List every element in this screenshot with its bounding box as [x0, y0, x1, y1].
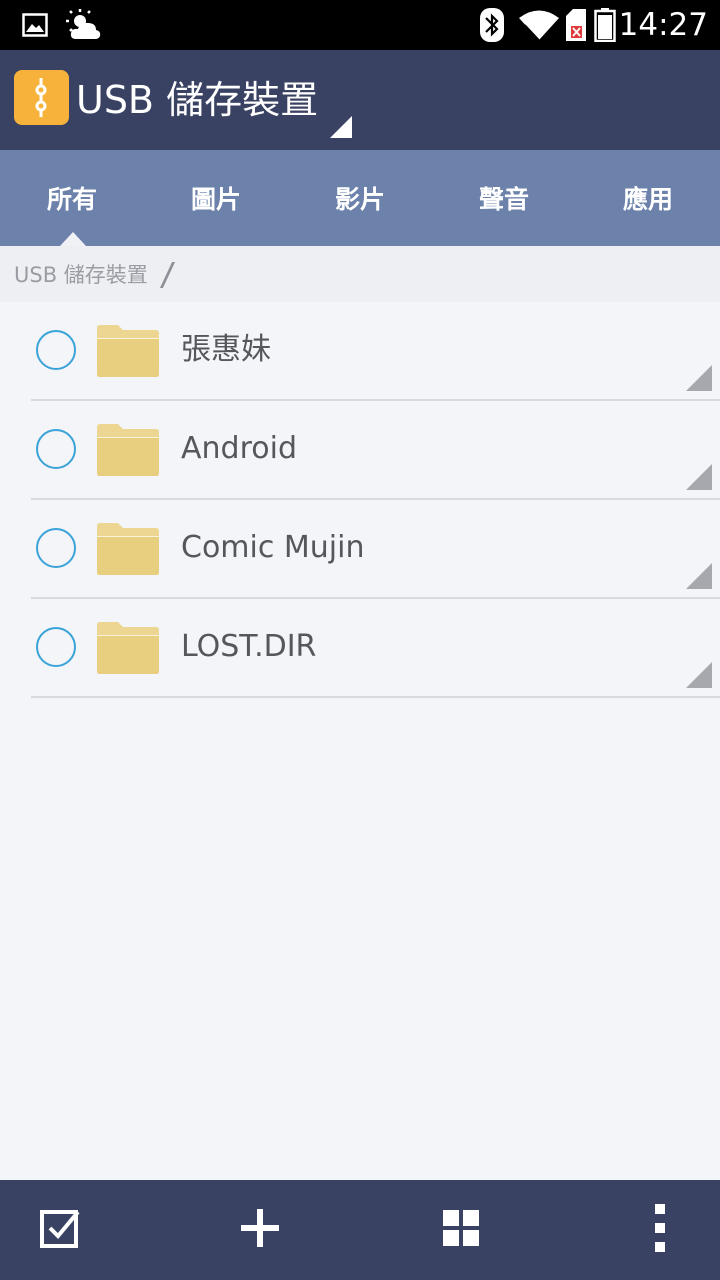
app-title[interactable]: USB 儲存裝置 — [76, 72, 318, 128]
breadcrumb: USB 儲存裝置 — [0, 246, 720, 302]
file-name: Android — [181, 431, 297, 466]
tab-videos[interactable]: 影片 — [288, 150, 432, 246]
status-bar: 14:27 — [0, 0, 720, 50]
tab-audio[interactable]: 聲音 — [432, 150, 576, 246]
divider — [31, 696, 720, 698]
folder-icon — [96, 621, 160, 675]
list-item[interactable]: Android — [0, 401, 720, 500]
select-checkbox[interactable] — [36, 528, 76, 568]
file-name: Comic Mujin — [181, 530, 365, 565]
bluetooth-icon — [480, 0, 504, 50]
clock: 14:27 — [618, 7, 708, 43]
item-menu-icon[interactable] — [686, 563, 712, 589]
app-logo-icon[interactable] — [14, 70, 69, 125]
item-menu-icon[interactable] — [686, 365, 712, 391]
folder-icon — [96, 324, 160, 378]
select-all-button[interactable] — [10, 1180, 110, 1280]
select-checkbox[interactable] — [36, 330, 76, 370]
file-name: 張惠妹 — [181, 332, 271, 367]
folder-icon — [96, 423, 160, 477]
breadcrumb-separator — [159, 262, 176, 288]
bottom-toolbar — [0, 1180, 720, 1280]
item-menu-icon[interactable] — [686, 464, 712, 490]
app-bar: USB 儲存裝置 — [0, 50, 720, 150]
grid-view-button[interactable] — [411, 1180, 511, 1280]
folder-icon — [96, 522, 160, 576]
add-icon — [241, 1209, 279, 1251]
select-all-icon — [40, 1208, 80, 1252]
list-item[interactable]: Comic Mujin — [0, 500, 720, 599]
no-sim-icon — [565, 0, 587, 50]
select-checkbox[interactable] — [36, 627, 76, 667]
breadcrumb-path[interactable]: USB 儲存裝置 — [14, 246, 148, 304]
weather-icon — [66, 0, 102, 50]
app-screen: 14:27 USB 儲存裝置 所有 圖片 影片 聲音 應用 USB 儲存裝置 張… — [0, 0, 720, 1280]
grid-view-icon — [443, 1210, 479, 1250]
selected-tab-indicator — [60, 232, 86, 246]
title-dropdown-icon[interactable] — [330, 116, 352, 138]
list-item[interactable]: LOST.DIR — [0, 599, 720, 698]
list-item[interactable]: 張惠妹 — [0, 302, 720, 401]
wifi-icon — [518, 0, 560, 50]
tab-images[interactable]: 圖片 — [144, 150, 288, 246]
more-options-button[interactable] — [610, 1180, 710, 1280]
tab-apps[interactable]: 應用 — [576, 150, 720, 246]
more-vert-icon — [654, 1204, 666, 1256]
add-button[interactable] — [210, 1180, 310, 1280]
file-list: 張惠妹 Android Comic Mujin LOST.DIR — [0, 302, 720, 698]
file-name: LOST.DIR — [181, 629, 317, 664]
battery-icon — [594, 0, 616, 50]
item-menu-icon[interactable] — [686, 662, 712, 688]
category-tabs: 所有 圖片 影片 聲音 應用 — [0, 150, 720, 246]
select-checkbox[interactable] — [36, 429, 76, 469]
image-notification-icon — [22, 0, 48, 50]
